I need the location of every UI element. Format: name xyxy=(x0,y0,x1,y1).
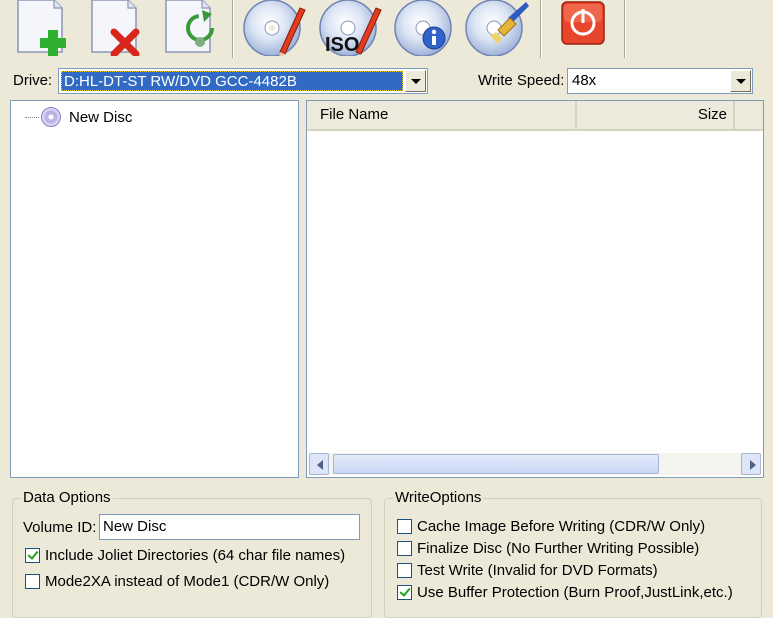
write-options-group: WriteOptions Cache Image Before Writing … xyxy=(384,489,762,618)
write-speed-label: Write Speed: xyxy=(478,72,565,89)
finalize-disc-checkbox-label: Finalize Disc (No Further Writing Possib… xyxy=(417,540,700,557)
test-write-checkbox-label: Test Write (Invalid for DVD Formats) xyxy=(417,562,658,579)
file-list-header: File Name Size xyxy=(307,101,763,131)
iso-badge: ISO xyxy=(325,34,359,56)
scroll-left-button[interactable] xyxy=(309,453,329,475)
disc-info-button[interactable] xyxy=(390,0,456,57)
disc-burn-icon xyxy=(243,0,306,58)
joliet-checkbox-row[interactable]: Include Joliet Directories (64 char file… xyxy=(25,547,345,564)
toolbar-separator xyxy=(232,0,234,58)
data-options-group: Data Options Volume ID: New Disc Include… xyxy=(12,489,372,618)
refresh-files-button[interactable] xyxy=(158,0,224,56)
toolbar-separator xyxy=(540,0,542,58)
disc-info-icon xyxy=(394,0,452,57)
mode2xa-checkbox-label: Mode2XA instead of Mode1 (CDR/W Only) xyxy=(45,573,330,590)
drive-select[interactable]: D:HL-DT-ST RW/DVD GCC-4482B xyxy=(58,68,428,94)
add-files-button[interactable] xyxy=(10,0,76,56)
buffer-protection-checkbox[interactable] xyxy=(397,585,412,600)
scroll-right-button[interactable] xyxy=(741,453,761,475)
joliet-checkbox-label: Include Joliet Directories (64 char file… xyxy=(45,547,346,564)
column-header-file-name[interactable]: File Name xyxy=(307,101,577,129)
joliet-checkbox[interactable] xyxy=(25,548,40,563)
arrow-left-icon xyxy=(317,460,323,470)
cache-image-checkbox-label: Cache Image Before Writing (CDR/W Only) xyxy=(417,518,706,535)
write-options-title: WriteOptions xyxy=(393,489,484,506)
remove-files-button[interactable] xyxy=(84,0,150,58)
file-list-panel[interactable]: File Name Size xyxy=(306,100,764,478)
disc-iso-icon: ISO xyxy=(319,0,382,57)
mode2xa-checkbox[interactable] xyxy=(25,574,40,589)
finalize-disc-checkbox[interactable] xyxy=(397,541,412,556)
document-plus-icon xyxy=(17,0,66,56)
mode2xa-checkbox-row[interactable]: Mode2XA instead of Mode1 (CDR/W Only) xyxy=(25,573,329,590)
drive-label: Drive: xyxy=(13,72,53,89)
column-header-size[interactable]: Size xyxy=(577,101,735,129)
volume-id-input[interactable]: New Disc xyxy=(99,514,360,540)
cache-image-checkbox[interactable] xyxy=(397,519,412,534)
tree-connector xyxy=(25,116,39,118)
horizontal-scrollbar[interactable] xyxy=(309,453,761,475)
disc-erase-icon xyxy=(465,0,529,57)
chevron-down-icon[interactable] xyxy=(405,70,426,92)
document-x-icon xyxy=(91,0,140,58)
toolbar-separator xyxy=(624,0,626,58)
toolbar: ISO xyxy=(0,0,773,60)
buffer-protection-checkbox-label: Use Buffer Protection (Burn Proof,JustLi… xyxy=(417,584,733,601)
burn-disc-button[interactable] xyxy=(242,0,308,58)
burn-iso-button[interactable]: ISO xyxy=(316,0,382,57)
scrollbar-thumb[interactable] xyxy=(333,454,659,474)
tree-item-root[interactable]: New Disc xyxy=(25,107,132,127)
buffer-protection-checkbox-row[interactable]: Use Buffer Protection (Burn Proof,JustLi… xyxy=(397,584,733,601)
power-icon xyxy=(561,1,605,45)
write-speed-value: 48x xyxy=(572,72,597,89)
write-speed-select[interactable]: 48x xyxy=(567,68,753,94)
erase-disc-button[interactable] xyxy=(464,0,530,57)
drive-select-value: D:HL-DT-ST RW/DVD GCC-4482B xyxy=(61,71,403,91)
exit-button[interactable] xyxy=(556,0,612,56)
disc-tree-panel[interactable]: New Disc xyxy=(10,100,299,478)
document-refresh-icon xyxy=(165,0,214,53)
data-options-title: Data Options xyxy=(21,489,113,506)
cache-image-checkbox-row[interactable]: Cache Image Before Writing (CDR/W Only) xyxy=(397,518,705,535)
tree-item-label: New Disc xyxy=(69,108,133,126)
test-write-checkbox[interactable] xyxy=(397,563,412,578)
volume-id-label: Volume ID: xyxy=(23,519,97,536)
chevron-down-icon[interactable] xyxy=(730,70,751,92)
arrow-right-icon xyxy=(750,460,756,470)
finalize-disc-checkbox-row[interactable]: Finalize Disc (No Further Writing Possib… xyxy=(397,540,699,557)
disc-icon xyxy=(41,107,61,127)
test-write-checkbox-row[interactable]: Test Write (Invalid for DVD Formats) xyxy=(397,562,658,579)
